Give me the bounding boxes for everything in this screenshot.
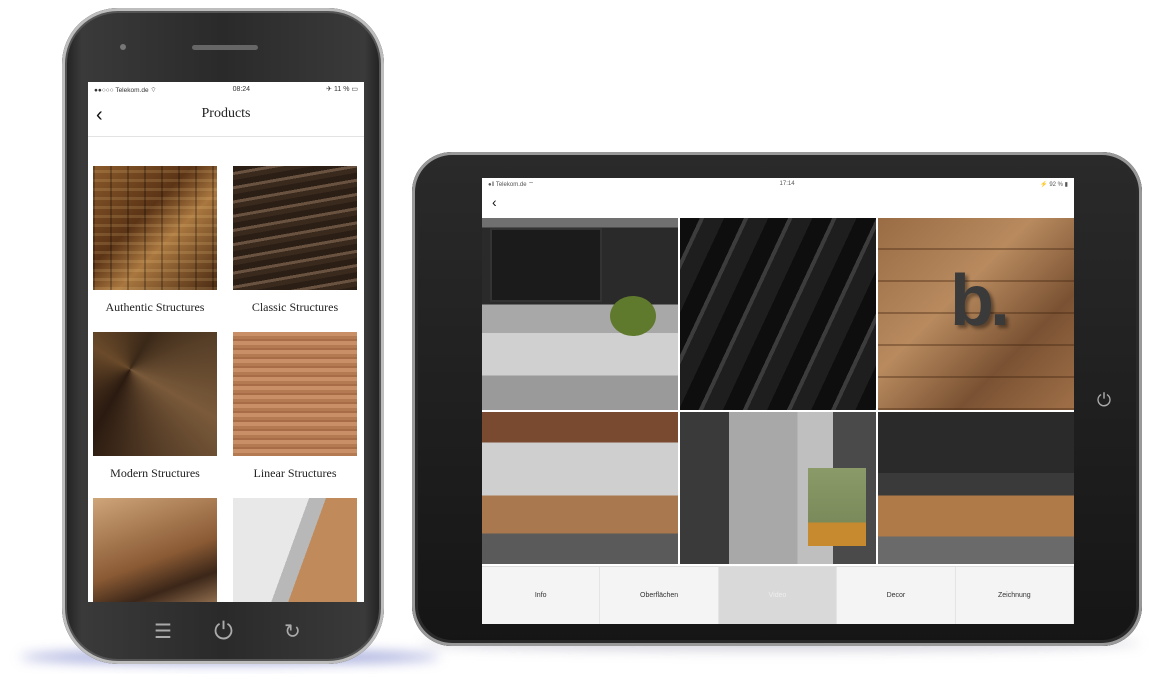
gallery-photo-black-panels[interactable] [680,218,876,410]
gallery-photo-wood-logo[interactable]: b. [878,218,1074,410]
back-chevron-icon[interactable]: ‹ [492,190,497,214]
product-tile-5[interactable] [93,498,217,602]
front-camera [120,44,126,50]
phone-home-bar: ☰ ⏻ ↻ [62,612,384,652]
product-tile-classic[interactable]: Classic Structures [233,166,357,315]
tv-shape [490,228,602,302]
brand-logo: b. [950,261,1010,341]
stone-block-shape [808,468,866,546]
tablet-device: ●ll Telekom.de ⌔ 17:14 ⚡ 92 % ▮ ‹ b. Inf… [412,152,1142,646]
tab-info[interactable]: Info [482,567,601,624]
gallery-photo-dark-kitchen[interactable] [878,412,1074,564]
phone-status-bar: ●●○○○ Telekom.de ⌔ 08:24 ✈ 11 % ▭ [88,82,364,96]
phone-device: ●●○○○ Telekom.de ⌔ 08:24 ✈ 11 % ▭ ‹ Prod… [62,8,384,664]
product-image [233,332,357,456]
tablet-tab-bar: Info Oberflächen Video Decor Zeichnung [482,566,1074,624]
product-label: Classic Structures [251,300,339,314]
phone-navigation-bar: ‹ Products [88,96,364,137]
battery-status: ✈ 11 % ▭ [326,86,358,93]
product-image [233,498,357,602]
tablet-screen: ●ll Telekom.de ⌔ 17:14 ⚡ 92 % ▮ ‹ b. Inf… [482,178,1074,624]
product-label: Modern Structures [110,466,200,480]
phone-screen: ●●○○○ Telekom.de ⌔ 08:24 ✈ 11 % ▭ ‹ Prod… [88,82,364,602]
tablet-navigation-bar: ‹ [482,190,1074,218]
power-icon[interactable]: ⏻ [1094,390,1114,410]
tab-zeichnung[interactable]: Zeichnung [956,567,1074,624]
product-image [93,498,217,602]
power-icon[interactable]: ⏻ [214,612,233,652]
photo-gallery: b. [482,218,1074,564]
refresh-icon[interactable]: ↻ [284,612,301,652]
product-tile-authentic[interactable]: Authentic Structures [93,166,217,315]
product-tile-modern[interactable]: Modern Structures [93,332,217,481]
product-label: Linear Structures [253,466,337,480]
product-image [93,166,217,290]
product-tile-6[interactable] [233,498,357,602]
product-label: Authentic Structures [105,300,205,314]
earpiece-speaker [192,45,258,50]
carrier-text: ●ll Telekom.de ⌔ [488,182,534,188]
tablet-status-bar: ●ll Telekom.de ⌔ 17:14 ⚡ 92 % ▮ [482,178,1074,190]
tab-video[interactable]: Video [718,567,838,624]
battery-status: ⚡ 92 % ▮ [1040,181,1068,188]
status-time: 08:24 [232,85,251,93]
menu-icon[interactable]: ☰ [154,612,172,652]
tab-decor[interactable]: Decor [837,567,956,624]
gallery-photo-textured-column[interactable] [680,412,876,564]
carrier-text: ●●○○○ Telekom.de ⌔ [94,86,157,94]
plant-shape [610,296,656,336]
product-image [93,332,217,456]
page-title: Products [201,106,251,121]
gallery-photo-living-room[interactable] [482,218,678,410]
tab-oberflaechen[interactable]: Oberflächen [600,567,719,624]
product-image [233,166,357,290]
status-time: 17:14 [779,181,795,187]
product-tile-linear[interactable]: Linear Structures [233,332,357,481]
gallery-photo-kitchen[interactable] [482,412,678,564]
